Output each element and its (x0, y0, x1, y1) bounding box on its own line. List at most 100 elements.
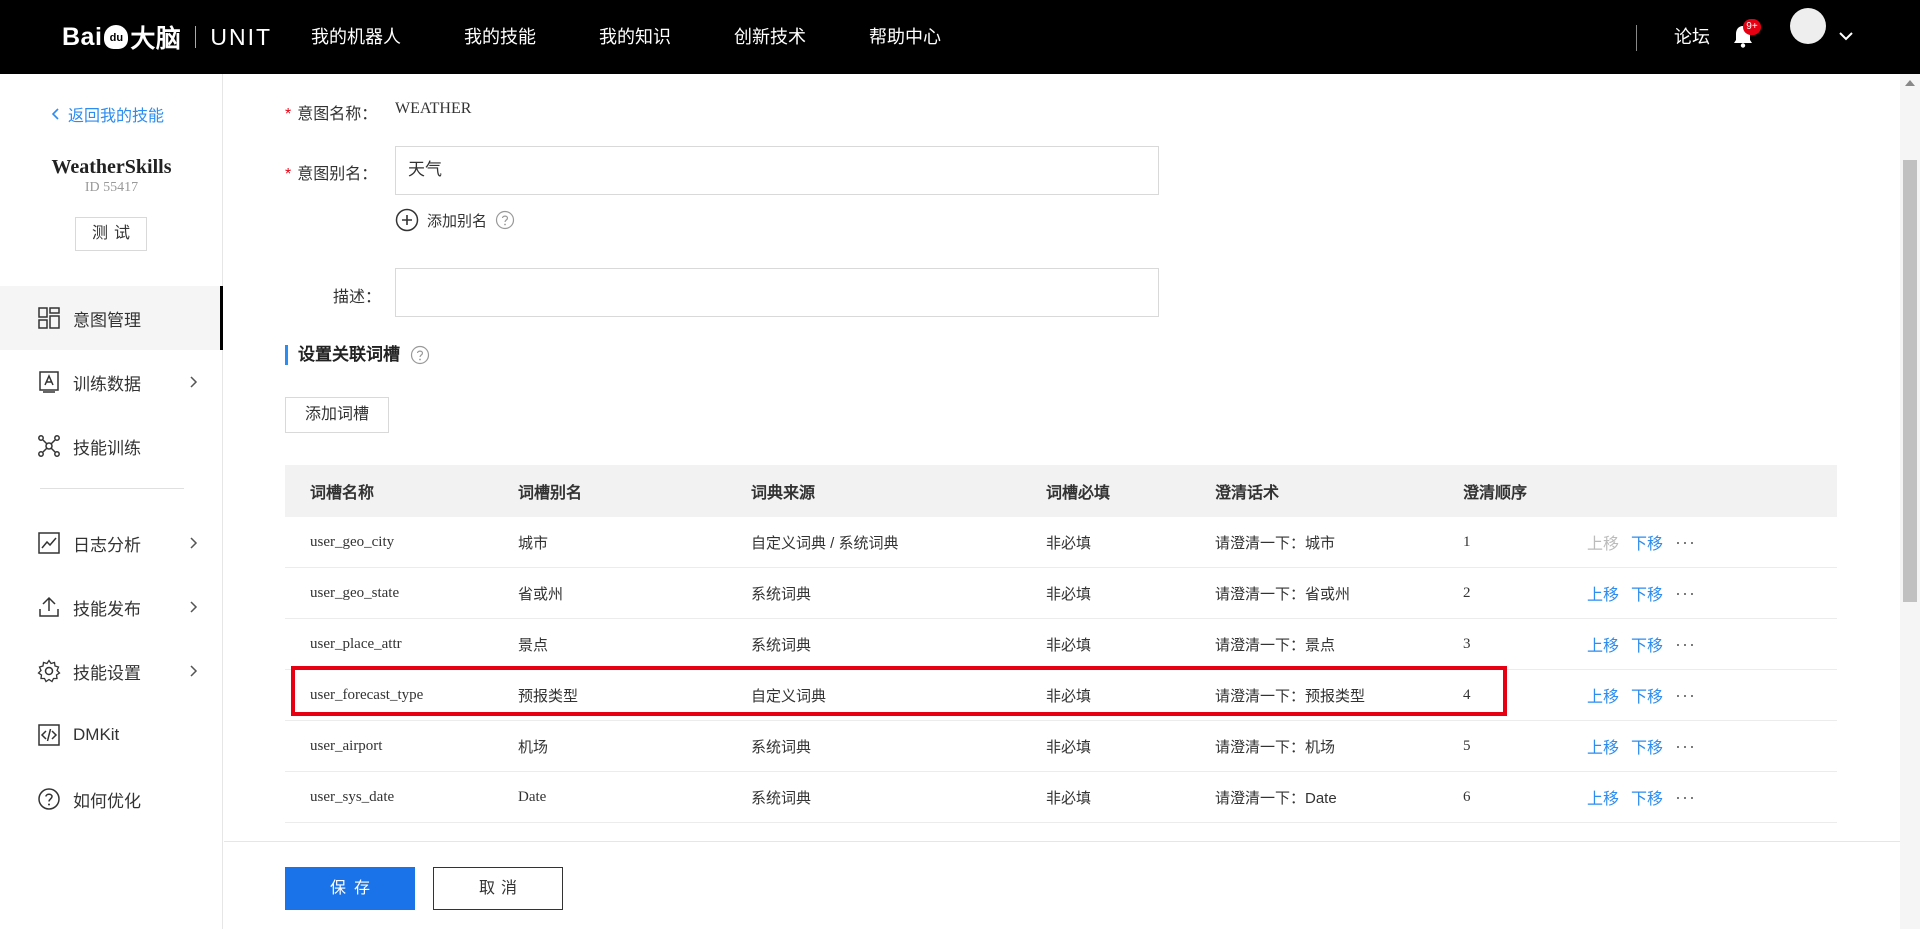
nav-help-center[interactable]: 帮助中心 (869, 0, 941, 74)
sidebar-item-label: 意图管理 (73, 310, 141, 330)
row-actions: 上移 下移 ··· (1587, 683, 1837, 707)
column-header: 词槽必填 (1046, 485, 1111, 502)
description-label: 描述： (333, 289, 382, 306)
logo-brand-b: 大脑 (130, 25, 182, 53)
intent-alias-input[interactable]: 天气 (395, 146, 1159, 195)
table-row: user_geo_city 城市 自定义词典 / 系统词典 非必填 请澄清一下：… (285, 517, 1837, 568)
notification-badge: 9+ (1743, 19, 1761, 35)
scroll-thumb[interactable] (1903, 160, 1917, 602)
move-down-link[interactable]: 下移 (1631, 530, 1663, 554)
description-input[interactable] (395, 268, 1159, 317)
logo-divider (195, 26, 197, 48)
more-icon[interactable]: ··· (1675, 686, 1696, 704)
slot-name: user_forecast_type (310, 686, 424, 703)
slot-alias: 省或州 (518, 585, 564, 603)
move-up-link[interactable]: 上移 (1587, 734, 1619, 758)
slot-clarify: 请澄清一下：省或州 (1215, 585, 1351, 603)
sidebar-item-label: 如何优化 (73, 791, 141, 811)
nav-my-skills[interactable]: 我的技能 (464, 0, 536, 74)
slot-name: user_airport (310, 737, 383, 754)
slot-name: user_place_attr (310, 635, 402, 652)
sidebar-item-label: DMKit (73, 725, 120, 744)
more-icon[interactable]: ··· (1675, 584, 1696, 602)
logo-brand-a: Bai (62, 22, 103, 51)
slot-name: user_geo_city (310, 533, 395, 550)
column-header: 澄清话术 (1215, 485, 1280, 502)
move-down-link[interactable]: 下移 (1631, 734, 1663, 758)
sidebar-item-training-data[interactable]: 训练数据 (0, 350, 223, 414)
baidu-unit-logo[interactable]: Bai du 大脑 UNIT (62, 14, 272, 60)
slot-order: 3 (1463, 635, 1471, 652)
slot-required: 非必填 (1046, 585, 1092, 603)
slot-required: 非必填 (1046, 789, 1092, 807)
back-link-label: 返回我的技能 (68, 108, 165, 125)
chevron-left-icon (52, 108, 59, 120)
sidebar-item-intent-management[interactable]: 意图管理 (0, 286, 223, 350)
move-up-link[interactable]: 上移 (1587, 785, 1619, 809)
move-down-link[interactable]: 下移 (1631, 683, 1663, 707)
slot-order: 5 (1463, 737, 1471, 754)
more-icon[interactable]: ··· (1675, 533, 1696, 551)
cancel-button[interactable]: 取消 (433, 867, 563, 910)
slots-table: 词槽名称 词槽别名 词典来源 词槽必填 澄清话术 澄清顺序 user_geo_c… (285, 465, 1837, 823)
nav-innovation[interactable]: 创新技术 (734, 0, 806, 74)
add-circle-icon (395, 208, 419, 232)
save-button[interactable]: 保存 (285, 867, 415, 910)
page-scrollbar[interactable] (1900, 74, 1920, 929)
slot-source: 系统词典 (751, 636, 812, 654)
slot-source: 自定义词典 / 系统词典 (751, 534, 899, 552)
more-icon[interactable]: ··· (1675, 737, 1696, 755)
chevron-down-icon[interactable] (1838, 28, 1854, 44)
scroll-up-arrow[interactable] (1905, 80, 1915, 86)
slot-source: 系统词典 (751, 789, 812, 807)
chevron-right-icon (190, 537, 198, 549)
back-to-skills-link[interactable]: 返回我的技能 (52, 102, 164, 126)
sidebar-item-skill-training[interactable]: 技能训练 (0, 414, 223, 478)
column-header: 词槽名称 (310, 485, 375, 502)
more-icon[interactable]: ··· (1675, 788, 1696, 806)
slot-alias: 预报类型 (518, 687, 579, 705)
slot-source: 系统词典 (751, 738, 812, 756)
section-title-text: 设置关联词槽 (298, 345, 400, 364)
help-icon[interactable] (495, 210, 515, 230)
row-actions: 上移 下移 ··· (1587, 581, 1837, 605)
move-up-link[interactable]: 上移 (1587, 581, 1619, 605)
nav-my-knowledge[interactable]: 我的知识 (599, 0, 671, 74)
slot-order: 2 (1463, 584, 1471, 601)
table-row: user_forecast_type 预报类型 自定义词典 非必填 请澄清一下：… (285, 670, 1837, 721)
move-up-link[interactable]: 上移 (1587, 683, 1619, 707)
forum-link[interactable]: 论坛 (1674, 0, 1710, 74)
add-slot-button[interactable]: 添加词槽 (285, 397, 389, 433)
sidebar-divider (40, 488, 184, 489)
move-down-link[interactable]: 下移 (1631, 581, 1663, 605)
sidebar-item-label: 日志分析 (73, 535, 141, 555)
chevron-right-icon (190, 601, 198, 613)
move-up-link[interactable]: 上移 (1587, 632, 1619, 656)
sidebar-item-label: 技能训练 (73, 438, 141, 458)
add-alias-button[interactable]: 添加别名 (395, 208, 515, 232)
table-row: user_sys_date Date 系统词典 非必填 请澄清一下：Date 6… (285, 772, 1837, 823)
intent-alias-label-text: 意图别名： (297, 166, 378, 183)
sidebar-item-log-analysis[interactable]: 日志分析 (0, 511, 223, 575)
row-actions: 上移 下移 ··· (1587, 734, 1837, 758)
sidebar-item-how-to-optimize[interactable]: 如何优化 (0, 767, 223, 831)
intent-name-label-text: 意图名称： (297, 106, 378, 123)
help-icon[interactable] (410, 345, 430, 365)
table-header: 词槽名称 词槽别名 词典来源 词槽必填 澄清话术 澄清顺序 (285, 465, 1837, 517)
avatar[interactable] (1790, 8, 1826, 44)
main-content: * 意图名称： WEATHER * 意图别名： 天气 添加别名 描述： 设置关联词槽… (224, 74, 1900, 929)
slot-source: 系统词典 (751, 585, 812, 603)
move-down-link[interactable]: 下移 (1631, 632, 1663, 656)
sidebar-item-skill-settings[interactable]: 技能设置 (0, 639, 223, 703)
chevron-right-icon (190, 376, 198, 388)
nav-my-robots[interactable]: 我的机器人 (311, 0, 401, 74)
sidebar-item-dmkit[interactable]: DMKit (0, 703, 223, 767)
move-down-link[interactable]: 下移 (1631, 785, 1663, 809)
document-a-icon (39, 371, 59, 393)
table-row: user_airport 机场 系统词典 非必填 请澄清一下：机场 5 上移 下… (285, 721, 1837, 772)
slot-order: 4 (1463, 686, 1471, 703)
sidebar-item-skill-publish[interactable]: 技能发布 (0, 575, 223, 639)
chart-icon (38, 532, 60, 554)
test-button[interactable]: 测试 (75, 217, 147, 251)
more-icon[interactable]: ··· (1675, 635, 1696, 653)
